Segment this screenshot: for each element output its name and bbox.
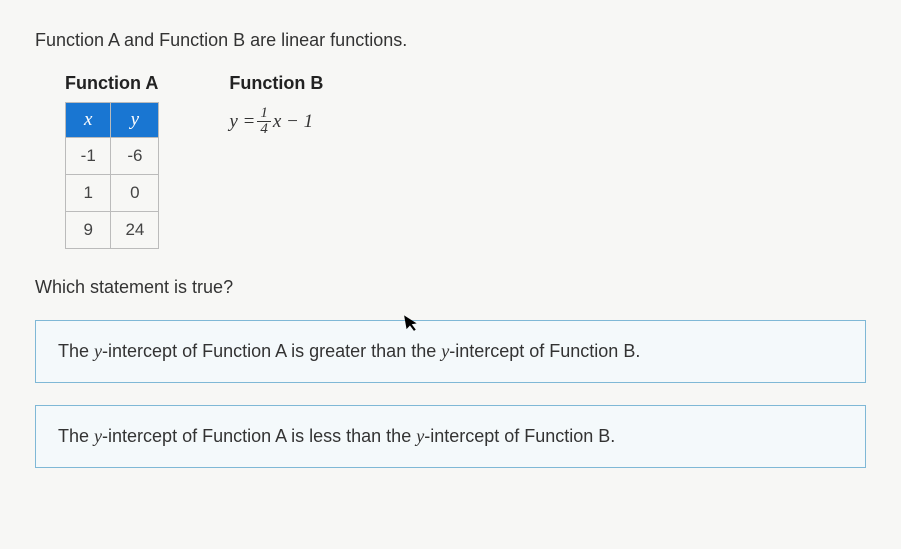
opt-a-var: y <box>94 341 102 361</box>
cell-y: 24 <box>111 212 159 249</box>
function-b-title: Function B <box>229 73 323 94</box>
opt-b-mid: -intercept of Function A is less than th… <box>102 426 416 446</box>
functions-row: Function A x y -1 -6 1 0 9 24 Function B… <box>65 73 866 249</box>
header-x: x <box>66 103 111 138</box>
eq-right: x − 1 <box>273 111 313 133</box>
opt-b-post: -intercept of Function B. <box>424 426 615 446</box>
opt-b-var: y <box>94 426 102 446</box>
function-b-block: Function B y = 1 4 x − 1 <box>229 73 323 249</box>
eq-left: y = <box>229 111 255 133</box>
eq-denominator: 4 <box>257 121 271 137</box>
opt-b-pre: The <box>58 426 94 446</box>
opt-a-post: -intercept of Function B. <box>449 341 640 361</box>
table-row: 1 0 <box>66 175 159 212</box>
option-b[interactable]: The y-intercept of Function A is less th… <box>35 405 866 468</box>
function-b-equation: y = 1 4 x − 1 <box>229 106 323 137</box>
opt-a-pre: The <box>58 341 94 361</box>
function-a-title: Function A <box>65 73 159 94</box>
cell-y: -6 <box>111 138 159 175</box>
table-row: 9 24 <box>66 212 159 249</box>
cell-x: 1 <box>66 175 111 212</box>
table-header-row: x y <box>66 103 159 138</box>
eq-numerator: 1 <box>257 106 271 121</box>
intro-text: Function A and Function B are linear fun… <box>35 30 866 51</box>
table-row: -1 -6 <box>66 138 159 175</box>
opt-a-mid: -intercept of Function A is greater than… <box>102 341 441 361</box>
eq-fraction: 1 4 <box>257 106 271 137</box>
function-a-block: Function A x y -1 -6 1 0 9 24 <box>65 73 159 249</box>
option-a[interactable]: The y-intercept of Function A is greater… <box>35 320 866 383</box>
cell-x: -1 <box>66 138 111 175</box>
cell-x: 9 <box>66 212 111 249</box>
question-text: Which statement is true? <box>35 277 866 298</box>
function-a-table: x y -1 -6 1 0 9 24 <box>65 102 159 249</box>
header-y: y <box>111 103 159 138</box>
cell-y: 0 <box>111 175 159 212</box>
cursor-icon <box>403 312 423 339</box>
